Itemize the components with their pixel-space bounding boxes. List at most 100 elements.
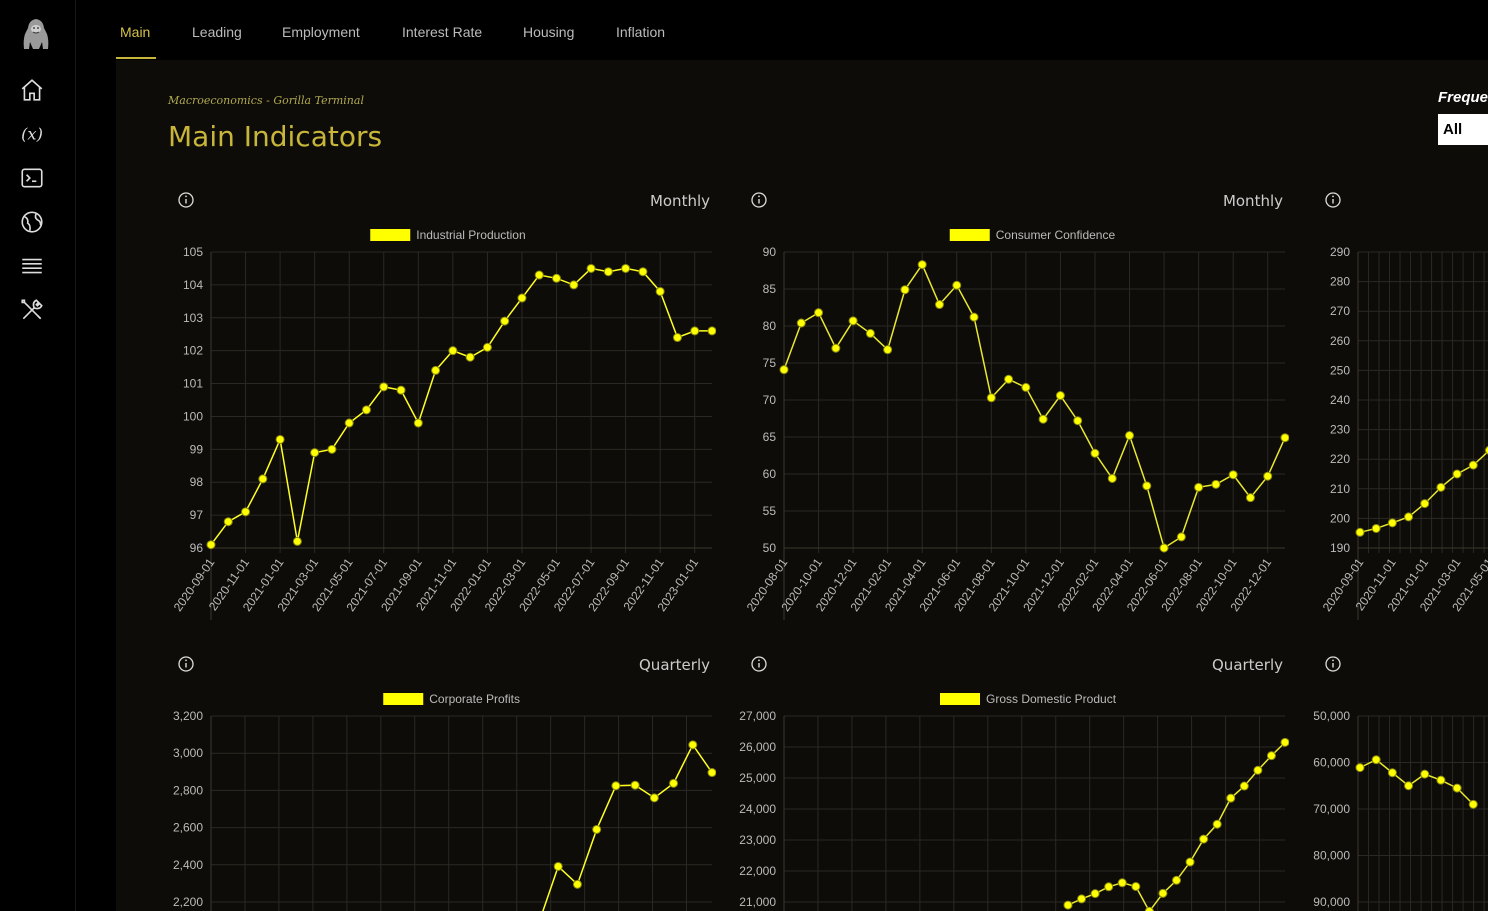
data-point[interactable] — [952, 280, 962, 290]
data-point[interactable] — [552, 273, 562, 283]
data-point[interactable] — [344, 418, 354, 428]
data-point[interactable] — [292, 536, 302, 546]
data-point[interactable] — [1107, 473, 1117, 483]
data-point[interactable] — [586, 263, 596, 273]
data-point[interactable] — [482, 342, 492, 352]
data-point[interactable] — [1004, 374, 1014, 384]
data-point[interactable] — [1176, 532, 1186, 542]
data-point[interactable] — [569, 280, 579, 290]
data-point[interactable] — [1420, 499, 1430, 509]
data-point[interactable] — [934, 300, 944, 310]
data-point[interactable] — [1077, 894, 1087, 904]
data-point[interactable] — [361, 405, 371, 415]
data-point[interactable] — [379, 382, 389, 392]
tab-housing[interactable]: Housing — [523, 24, 574, 40]
data-point[interactable] — [1125, 431, 1135, 441]
data-point[interactable] — [969, 312, 979, 322]
info-icon[interactable] — [751, 192, 767, 208]
data-point[interactable] — [1158, 888, 1168, 898]
data-point[interactable] — [1185, 857, 1195, 867]
data-point[interactable] — [655, 286, 665, 296]
data-point[interactable] — [1355, 527, 1365, 537]
info-icon[interactable] — [1325, 656, 1341, 672]
frequency-select[interactable]: All — [1438, 114, 1488, 145]
gorilla-logo-icon[interactable] — [20, 16, 52, 52]
data-point[interactable] — [865, 328, 875, 338]
data-point[interactable] — [1073, 416, 1083, 426]
data-point[interactable] — [500, 316, 510, 326]
data-point[interactable] — [603, 267, 613, 277]
data-point[interactable] — [1038, 414, 1048, 424]
data-point[interactable] — [814, 308, 824, 318]
data-point[interactable] — [1117, 878, 1127, 888]
tab-main[interactable]: Main — [120, 24, 150, 40]
chart-legend[interactable]: Industrial Production — [370, 228, 526, 242]
chart-legend[interactable]: Gross Domestic Product — [940, 692, 1117, 706]
data-point[interactable] — [448, 346, 458, 356]
data-point[interactable] — [638, 267, 648, 277]
info-icon[interactable] — [1325, 192, 1341, 208]
data-point[interactable] — [831, 343, 841, 353]
globe-icon[interactable] — [19, 209, 45, 235]
data-point[interactable] — [917, 260, 927, 270]
data-point[interactable] — [1253, 765, 1263, 775]
data-point[interactable] — [517, 293, 527, 303]
data-point[interactable] — [1245, 493, 1255, 503]
data-point[interactable] — [848, 316, 858, 326]
data-point[interactable] — [1131, 882, 1141, 891]
data-point[interactable] — [611, 781, 621, 791]
tab-leading[interactable]: Leading — [192, 24, 242, 40]
info-icon[interactable] — [178, 656, 194, 672]
data-point[interactable] — [310, 448, 320, 458]
data-point[interactable] — [1263, 471, 1273, 481]
data-point[interactable] — [707, 326, 716, 336]
data-point[interactable] — [1063, 900, 1073, 910]
tab-inflation[interactable]: Inflation — [616, 24, 665, 40]
data-point[interactable] — [672, 333, 682, 343]
data-point[interactable] — [465, 352, 475, 362]
tab-employment[interactable]: Employment — [282, 24, 360, 40]
data-point[interactable] — [1266, 751, 1276, 761]
info-icon[interactable] — [178, 192, 194, 208]
data-point[interactable] — [1172, 875, 1181, 885]
terminal-icon[interactable] — [19, 165, 45, 191]
data-point[interactable] — [1021, 382, 1031, 392]
data-point[interactable] — [327, 444, 337, 454]
data-point[interactable] — [572, 879, 582, 889]
data-point[interactable] — [1280, 433, 1289, 443]
data-point[interactable] — [883, 345, 893, 355]
data-point[interactable] — [1371, 523, 1381, 533]
data-point[interactable] — [1436, 775, 1446, 785]
data-point[interactable] — [1055, 391, 1065, 401]
data-point[interactable] — [649, 793, 659, 803]
data-point[interactable] — [1144, 906, 1154, 911]
data-point[interactable] — [1387, 768, 1397, 778]
data-point[interactable] — [1468, 460, 1478, 470]
data-point[interactable] — [1404, 781, 1414, 791]
data-point[interactable] — [396, 385, 406, 395]
data-point[interactable] — [1212, 819, 1222, 829]
data-point[interactable] — [258, 474, 268, 484]
data-point[interactable] — [1159, 543, 1169, 553]
data-point[interactable] — [630, 780, 640, 790]
data-point[interactable] — [1211, 479, 1221, 489]
data-point[interactable] — [1387, 518, 1397, 528]
data-point[interactable] — [796, 318, 806, 328]
data-point[interactable] — [1452, 783, 1462, 793]
data-point[interactable] — [669, 778, 679, 788]
data-point[interactable] — [431, 365, 441, 375]
data-point[interactable] — [1194, 482, 1204, 492]
data-point[interactable] — [1090, 889, 1100, 899]
data-point[interactable] — [621, 263, 631, 273]
data-point[interactable] — [534, 270, 544, 280]
data-point[interactable] — [553, 861, 563, 871]
data-point[interactable] — [1142, 481, 1152, 491]
data-point[interactable] — [1436, 482, 1446, 492]
info-icon[interactable] — [751, 656, 767, 672]
chart-legend[interactable]: Corporate Profits — [383, 692, 520, 706]
data-point[interactable] — [1199, 834, 1209, 844]
data-point[interactable] — [413, 418, 423, 428]
data-point[interactable] — [1239, 781, 1249, 791]
data-point[interactable] — [1104, 882, 1114, 892]
data-point[interactable] — [690, 326, 700, 336]
